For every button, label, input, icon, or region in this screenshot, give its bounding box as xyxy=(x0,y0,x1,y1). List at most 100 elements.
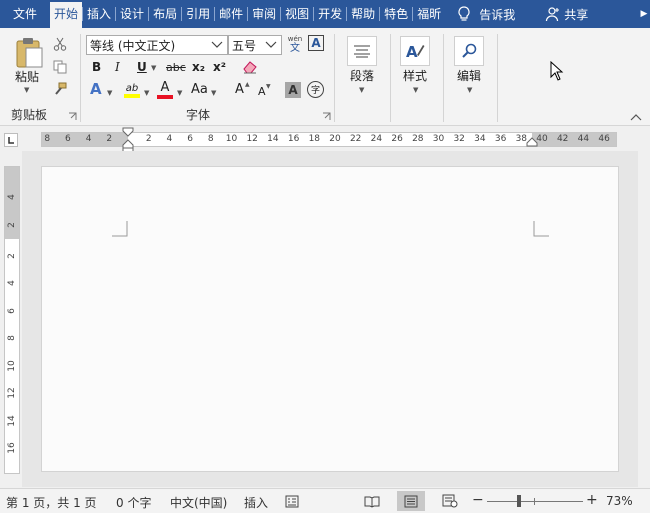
font-color-swatch xyxy=(157,95,173,99)
styles-dropdown-arrow[interactable]: ▼ xyxy=(413,86,418,94)
copy-button[interactable] xyxy=(51,59,69,75)
highlight-color-button[interactable]: ab xyxy=(121,80,143,100)
tab-layout[interactable]: 布局 xyxy=(149,0,181,28)
font-name-combo[interactable]: 等线 (中文正文) xyxy=(86,35,228,55)
underline-button[interactable]: U xyxy=(137,60,147,74)
bold-button[interactable]: B xyxy=(92,60,101,74)
page-count[interactable]: 第 1 页，共 1 页 xyxy=(6,494,97,511)
vertical-scrollbar[interactable] xyxy=(638,151,650,487)
tab-design[interactable]: 设计 xyxy=(116,0,148,28)
text-effects-button[interactable]: A xyxy=(90,82,102,97)
clipboard-icon xyxy=(16,38,43,68)
paste-button[interactable] xyxy=(12,36,46,70)
ruler-tick-label: 26 xyxy=(391,134,403,144)
ruler-tick-label: 24 xyxy=(370,134,383,144)
change-case-button[interactable]: Aa xyxy=(191,83,208,97)
ruler-tick-label: 18 xyxy=(308,134,321,144)
character-border-button[interactable]: A xyxy=(308,35,324,51)
paragraph-dropdown-arrow[interactable]: ▼ xyxy=(359,86,364,94)
tab-insert[interactable]: 插入 xyxy=(83,0,115,28)
tab-developer[interactable]: 开发 xyxy=(314,0,346,28)
print-layout-button[interactable] xyxy=(397,491,425,511)
tab-file[interactable]: 文件 xyxy=(0,0,50,28)
right-indent-marker[interactable] xyxy=(526,137,538,147)
macro-record-button[interactable] xyxy=(284,494,300,508)
styles-label[interactable]: 样式 xyxy=(403,69,427,83)
character-shading-button[interactable]: A xyxy=(285,82,301,98)
cut-button[interactable] xyxy=(51,36,69,52)
underline-dropdown-arrow[interactable]: ▼ xyxy=(151,64,156,72)
vertical-ruler[interactable]: 4 2 2 4 6 8 10 12 14 16 xyxy=(4,166,20,474)
subscript-button[interactable]: x₂ xyxy=(192,60,205,74)
paste-label[interactable]: 粘贴 xyxy=(15,70,39,84)
shrink-font-button[interactable]: A xyxy=(258,85,266,99)
ruler-tick-label: 42 xyxy=(556,134,569,144)
group-separator xyxy=(334,34,335,122)
font-color-dropdown-arrow[interactable]: ▼ xyxy=(177,89,182,97)
web-layout-icon xyxy=(442,494,458,508)
ruler-tick-label: 12 xyxy=(246,134,258,144)
left-tab-icon xyxy=(8,137,14,144)
editing-button[interactable] xyxy=(454,36,484,66)
editing-dropdown-arrow[interactable]: ▼ xyxy=(467,86,472,94)
dialog-launcher-icon[interactable] xyxy=(68,112,77,121)
paragraph-button[interactable] xyxy=(347,36,377,66)
paste-dropdown-arrow[interactable]: ▼ xyxy=(24,86,29,94)
copy-icon xyxy=(53,60,67,74)
word-count[interactable]: 0 个字 xyxy=(116,494,151,511)
tab-view[interactable]: 视图 xyxy=(281,0,313,28)
zoom-slider-thumb[interactable] xyxy=(517,495,521,507)
tab-foxit[interactable]: 福昕 xyxy=(413,0,445,28)
page-layout-icon xyxy=(404,495,418,507)
zoom-in-button[interactable]: + xyxy=(586,492,598,508)
eraser-icon xyxy=(243,61,257,74)
font-name-value: 等线 (中文正文) xyxy=(90,38,176,53)
language-indicator[interactable]: 中文(中国) xyxy=(170,494,227,511)
ruler-tick-label: 2 xyxy=(7,252,17,259)
grow-font-button[interactable]: A xyxy=(235,83,244,97)
zoom-slider-track[interactable] xyxy=(487,501,583,502)
paragraph-label[interactable]: 段落 xyxy=(350,69,374,83)
web-layout-button[interactable] xyxy=(436,491,464,511)
change-case-dropdown-arrow[interactable]: ▼ xyxy=(211,89,216,97)
editing-label[interactable]: 编辑 xyxy=(457,69,481,83)
enclose-characters-button[interactable]: 字 xyxy=(307,81,324,98)
clear-formatting-button[interactable] xyxy=(241,58,259,76)
strikethrough-button[interactable]: abc xyxy=(166,61,186,75)
document-page[interactable] xyxy=(41,166,619,472)
font-size-value: 五号 xyxy=(232,38,257,53)
tab-help[interactable]: 帮助 xyxy=(347,0,379,28)
highlight-text: ab xyxy=(125,82,139,94)
share-button[interactable]: 共享 xyxy=(545,0,588,28)
ruler-tick-label: 8 xyxy=(44,134,51,144)
highlight-dropdown-arrow[interactable]: ▼ xyxy=(144,89,149,97)
text-effects-dropdown-arrow[interactable]: ▼ xyxy=(107,89,112,97)
dialog-launcher-icon[interactable] xyxy=(322,112,331,121)
collapse-ribbon-icon[interactable] xyxy=(630,113,642,121)
zoom-slider-center-tick xyxy=(534,498,535,505)
tell-me-box[interactable]: 告诉我 xyxy=(457,0,515,28)
font-size-combo[interactable]: 五号 xyxy=(228,35,282,55)
phonetic-guide-button[interactable]: wén 文 xyxy=(286,33,304,55)
font-color-button[interactable]: A xyxy=(156,80,174,100)
tab-review[interactable]: 审阅 xyxy=(248,0,280,28)
ruler-tick-label: 32 xyxy=(453,134,465,144)
tab-special[interactable]: 特色 xyxy=(380,0,412,28)
read-mode-button[interactable] xyxy=(358,491,386,511)
format-painter-button[interactable] xyxy=(51,81,69,97)
zoom-level[interactable]: 73% xyxy=(606,494,633,508)
tab-mailings[interactable]: 邮件 xyxy=(215,0,247,28)
first-line-indent-marker[interactable] xyxy=(122,127,134,137)
chevron-right-icon[interactable]: ▶ xyxy=(638,0,650,28)
font-group-label: 字体 xyxy=(186,108,211,122)
horizontal-ruler[interactable]: 8 6 4 2 2 4 6 8 10 12 14 16 18 20 22 24 26 28 30 32 34 36 38 40… xyxy=(41,127,617,155)
italic-button[interactable]: I xyxy=(115,60,120,74)
tab-references[interactable]: 引用 xyxy=(182,0,214,28)
tab-selector[interactable] xyxy=(4,133,18,147)
tab-home[interactable]: 开始 xyxy=(50,2,83,28)
zoom-out-button[interactable]: − xyxy=(472,492,484,508)
superscript-button[interactable]: x² xyxy=(213,60,226,74)
styles-button[interactable]: A xyxy=(400,36,430,66)
insert-mode-indicator[interactable]: 插入 xyxy=(244,494,268,511)
margin-corner-top-right xyxy=(533,221,549,237)
